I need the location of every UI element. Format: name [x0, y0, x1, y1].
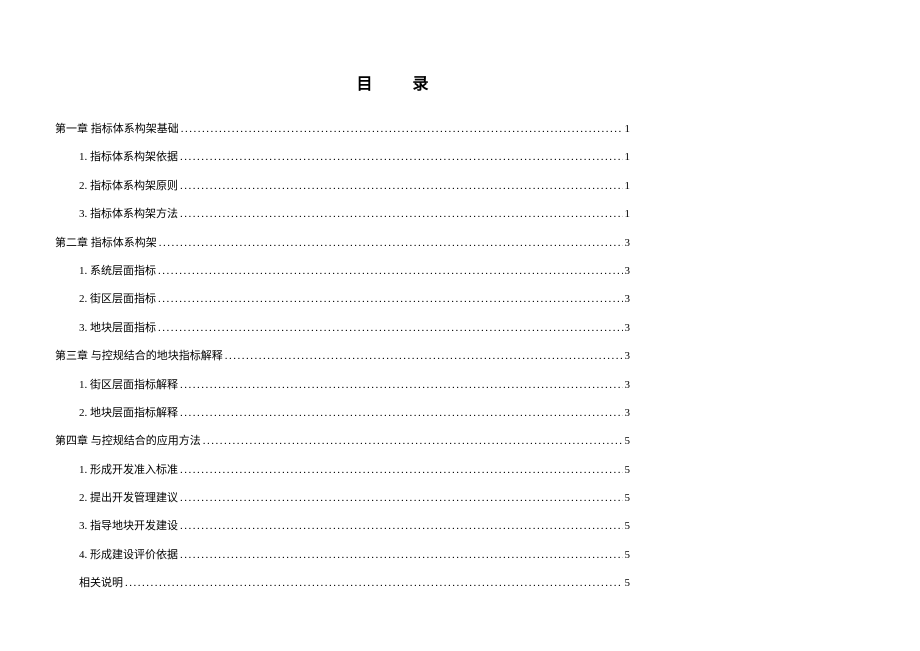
toc-entry-7: 3. 地块层面指标 3: [55, 321, 630, 336]
toc-entry-label: 3. 地块层面指标: [79, 321, 156, 336]
toc-entry-label: 第二章 指标体系构架: [55, 236, 157, 251]
toc-entry-2: 2. 指标体系构架原则 1: [55, 179, 630, 194]
toc-entry-6: 2. 街区层面指标 3: [55, 292, 630, 307]
toc-entry-page: 5: [625, 434, 631, 449]
toc-entry-page: 3: [625, 406, 631, 421]
page-container: 目录 第一章 指标体系构架基础 1 1. 指标体系构架依据 1 2. 指标体系构架原则 1…: [0, 0, 920, 592]
toc-entry-label: 1. 系统层面指标: [79, 264, 156, 279]
toc-entry-page: 5: [625, 463, 631, 478]
toc-entry-dots: [180, 519, 623, 534]
toc-entry-page: 5: [625, 548, 631, 563]
toc-entry-label: 第四章 与控规结合的应用方法: [55, 434, 201, 449]
toc-entry-page: 1: [625, 122, 631, 137]
toc-entry-label: 相关说明: [79, 576, 123, 591]
toc-entry-dots: [203, 434, 623, 449]
toc-entry-dots: [225, 349, 623, 364]
toc-entry-dots: [181, 122, 623, 137]
toc-entry-dots: [180, 491, 623, 506]
toc-entry-dots: [180, 463, 623, 478]
toc-entry-15: 4. 形成建设评价依据 5: [55, 548, 630, 563]
toc-entry-dots: [125, 576, 623, 591]
toc-entry-dots: [159, 236, 623, 251]
toc-entry-0: 第一章 指标体系构架基础 1: [55, 122, 630, 137]
toc-entry-label: 2. 地块层面指标解释: [79, 406, 178, 421]
toc-entry-label: 2. 提出开发管理建议: [79, 491, 178, 506]
toc-entry-12: 1. 形成开发准入标准 5: [55, 463, 630, 478]
toc-entry-page: 1: [625, 179, 631, 194]
toc-entry-16: 相关说明 5: [55, 576, 630, 591]
toc-entry-dots: [180, 179, 623, 194]
toc-entry-dots: [180, 548, 623, 563]
toc-entry-label: 1. 形成开发准入标准: [79, 463, 178, 478]
toc-entry-14: 3. 指导地块开发建设 5: [55, 519, 630, 534]
toc-entry-page: 3: [625, 264, 631, 279]
toc-entry-label: 第三章 与控规结合的地块指标解释: [55, 349, 223, 364]
toc-entry-11: 第四章 与控规结合的应用方法 5: [55, 434, 630, 449]
toc-entry-label: 2. 街区层面指标: [79, 292, 156, 307]
toc-entry-label: 3. 指标体系构架方法: [79, 207, 178, 222]
toc-entry-label: 3. 指导地块开发建设: [79, 519, 178, 534]
toc-entry-9: 1. 街区层面指标解释 3: [55, 378, 630, 393]
toc-entry-page: 3: [625, 349, 631, 364]
toc-entry-1: 1. 指标体系构架依据 1: [55, 150, 630, 165]
toc-entry-label: 第一章 指标体系构架基础: [55, 122, 179, 137]
toc-entry-10: 2. 地块层面指标解释 3: [55, 406, 630, 421]
toc-entry-3: 3. 指标体系构架方法 1: [55, 207, 630, 222]
toc-entry-5: 1. 系统层面指标 3: [55, 264, 630, 279]
toc-entry-page: 5: [625, 491, 631, 506]
toc-entry-label: 1. 指标体系构架依据: [79, 150, 178, 165]
toc-entry-dots: [180, 207, 623, 222]
toc-entry-label: 4. 形成建设评价依据: [79, 548, 178, 563]
toc-entry-4: 第二章 指标体系构架 3: [55, 236, 630, 251]
toc-entry-page: 5: [625, 576, 631, 591]
toc-entry-label: 2. 指标体系构架原则: [79, 179, 178, 194]
toc-entry-page: 3: [625, 292, 631, 307]
toc-entry-dots: [180, 150, 623, 165]
toc-entry-page: 3: [625, 378, 631, 393]
toc-entry-dots: [158, 321, 623, 336]
toc-entry-dots: [158, 292, 623, 307]
toc-entry-dots: [180, 406, 623, 421]
toc-entry-13: 2. 提出开发管理建议 5: [55, 491, 630, 506]
toc-entry-8: 第三章 与控规结合的地块指标解释 3: [55, 349, 630, 364]
toc-entry-page: 5: [625, 519, 631, 534]
toc-entry-page: 3: [625, 236, 631, 251]
toc-entry-dots: [180, 378, 623, 393]
toc-list: 第一章 指标体系构架基础11. 指标体系构架依据12. 指标体系构架原则13. …: [55, 122, 630, 592]
toc-entry-page: 3: [625, 321, 631, 336]
toc-entry-page: 1: [625, 150, 631, 165]
toc-entry-page: 1: [625, 207, 631, 222]
toc-title: 目录: [55, 70, 630, 94]
toc-entry-label: 1. 街区层面指标解释: [79, 378, 178, 393]
toc-entry-dots: [158, 264, 623, 279]
